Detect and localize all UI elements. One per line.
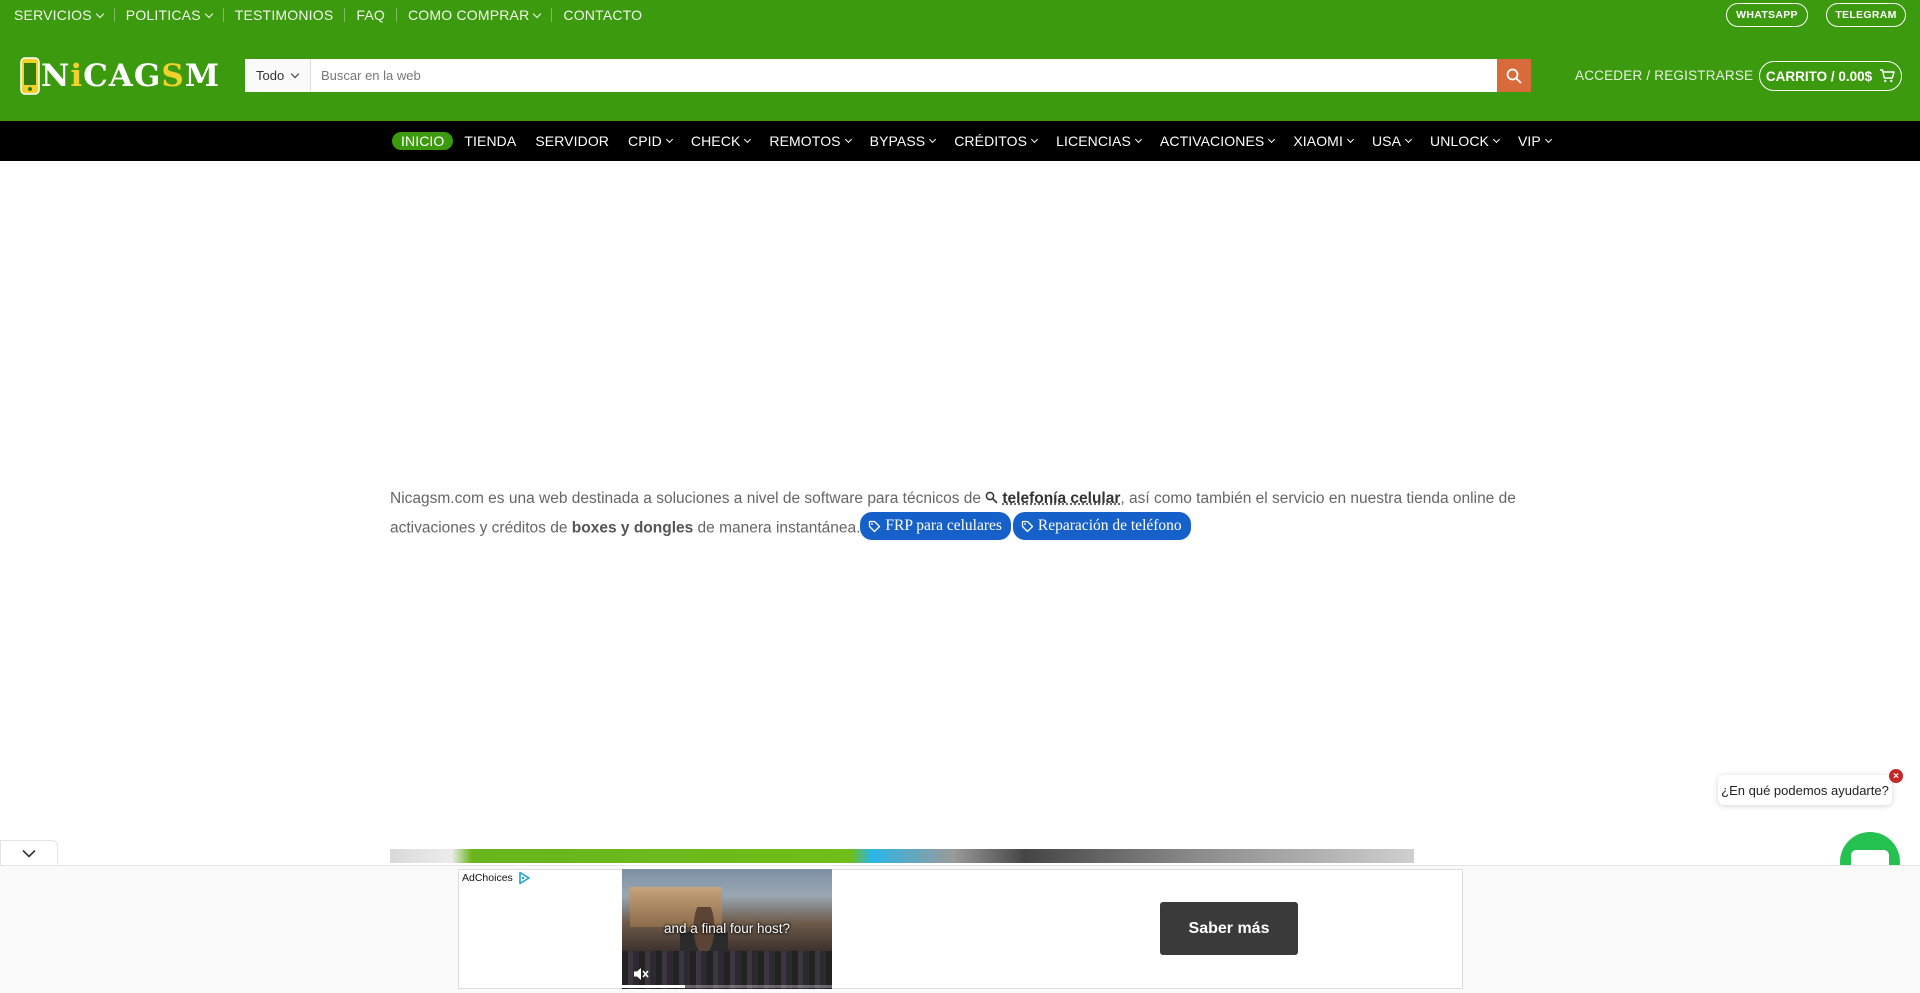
cart-button[interactable]: CARRITO / 0.00$ bbox=[1759, 61, 1902, 91]
nav-bypass[interactable]: BYPASS bbox=[870, 133, 937, 149]
search-bar: Todo bbox=[245, 59, 1531, 92]
chat-close-icon[interactable]: × bbox=[1889, 769, 1903, 783]
ad-video[interactable]: and a final four host? bbox=[622, 869, 832, 989]
chevron-down-icon bbox=[929, 135, 937, 144]
divider bbox=[222, 8, 224, 22]
search-category-select[interactable]: Todo bbox=[245, 59, 311, 92]
bold-keyword: boxes y dongles bbox=[571, 519, 694, 537]
chevron-down-icon bbox=[1544, 135, 1552, 144]
nav-unlock[interactable]: UNLOCK bbox=[1430, 133, 1501, 149]
chevron-down-icon bbox=[95, 9, 105, 18]
top-nav-testimonios[interactable]: TESTIMONIOS bbox=[235, 7, 334, 23]
chevron-down-icon bbox=[290, 69, 300, 79]
main-nav-list: INICIO TIENDA SERVIDOR CPID CHECK REMOTO… bbox=[392, 121, 1570, 161]
chevron-down-icon bbox=[744, 135, 752, 144]
top-nav-politicas[interactable]: POLITICAS bbox=[126, 7, 213, 23]
nav-creditos[interactable]: CRÉDITOS bbox=[954, 133, 1039, 149]
nav-activaciones[interactable]: ACTIVACIONES bbox=[1160, 133, 1276, 149]
search-button[interactable] bbox=[1497, 59, 1531, 92]
nav-remotos[interactable]: REMOTOS bbox=[769, 133, 852, 149]
ad-container[interactable] bbox=[458, 869, 1463, 989]
search-icon bbox=[1506, 68, 1522, 83]
login-register-link[interactable]: ACCEDER / REGISTRARSE bbox=[1575, 68, 1753, 83]
tag-icon bbox=[869, 520, 881, 532]
divider bbox=[396, 8, 397, 22]
top-bar: SERVICIOS POLITICAS TESTIMONIOS FAQ COMO… bbox=[0, 0, 1920, 30]
nav-tienda[interactable]: TIENDA bbox=[464, 133, 516, 149]
top-nav: SERVICIOS POLITICAS TESTIMONIOS FAQ COMO… bbox=[14, 0, 642, 30]
tag-icon bbox=[1021, 520, 1034, 532]
nav-inicio[interactable]: INICIO bbox=[392, 132, 454, 150]
ad-cta-button[interactable]: Saber más bbox=[1160, 902, 1298, 955]
chevron-down-icon bbox=[1031, 135, 1039, 144]
chevron-down-icon bbox=[665, 135, 673, 144]
chevron-down-icon bbox=[1346, 135, 1354, 144]
tag-reparacion[interactable]: Reparación de teléfono bbox=[1012, 512, 1191, 540]
tag-frp[interactable]: FRP para celulares bbox=[860, 512, 1011, 540]
video-progress-bar bbox=[622, 985, 832, 988]
chevron-down-icon bbox=[22, 849, 36, 858]
site-logo[interactable]: NiCAGSM bbox=[19, 54, 220, 98]
chevron-down-icon bbox=[844, 135, 852, 144]
chevron-down-icon bbox=[1404, 135, 1413, 144]
phone-logo-icon bbox=[20, 57, 40, 95]
nav-vip[interactable]: VIP bbox=[1518, 133, 1552, 149]
top-nav-servicios[interactable]: SERVICIOS bbox=[14, 7, 105, 23]
chevron-down-icon bbox=[1268, 135, 1276, 144]
header: NiCAGSM Todo ACCEDER / REGISTRARSE CARRI… bbox=[0, 30, 1920, 121]
chevron-down-icon bbox=[1134, 135, 1142, 144]
logo-text: NiCAGSM bbox=[41, 58, 221, 94]
telegram-button[interactable]: TELEGRAM bbox=[1826, 3, 1906, 27]
adchoices-link[interactable]: AdChoices bbox=[462, 871, 531, 885]
nav-servidor[interactable]: SERVIDOR bbox=[535, 133, 609, 149]
chat-prompt-bubble[interactable]: ¿En qué podemos ayudarte? bbox=[1718, 775, 1892, 805]
video-caption: and a final four host? bbox=[663, 921, 791, 936]
top-nav-como-comprar[interactable]: COMO COMPRAR bbox=[408, 7, 542, 23]
chevron-down-icon bbox=[204, 9, 213, 18]
nav-cpid[interactable]: CPID bbox=[628, 133, 673, 149]
adchoices-icon bbox=[518, 871, 530, 885]
nav-licencias[interactable]: LICENCIAS bbox=[1056, 133, 1142, 149]
ad-collapse-toggle[interactable] bbox=[0, 840, 58, 865]
whatsapp-button[interactable]: WHATSAPP bbox=[1726, 3, 1808, 27]
keyword-link-telefonia[interactable]: telefonía celular bbox=[1002, 490, 1120, 507]
search-icon bbox=[986, 491, 998, 504]
main-nav: INICIO TIENDA SERVIDOR CPID CHECK REMOTO… bbox=[0, 121, 1920, 161]
divider bbox=[113, 8, 115, 22]
divider bbox=[551, 8, 553, 22]
video-progress-fill bbox=[622, 985, 685, 988]
search-input[interactable] bbox=[311, 59, 1497, 92]
intro-paragraph: Nicagsm.com es una web destinada a soluc… bbox=[390, 486, 1530, 542]
cart-icon bbox=[1880, 69, 1895, 83]
nav-xiaomi[interactable]: XIAOMI bbox=[1293, 133, 1354, 149]
hero-banner-image bbox=[390, 849, 1414, 863]
video-crowd-image bbox=[622, 951, 832, 989]
top-nav-faq[interactable]: FAQ bbox=[356, 7, 385, 23]
chevron-down-icon bbox=[533, 9, 542, 18]
top-nav-contacto[interactable]: CONTACTO bbox=[563, 7, 642, 23]
nav-usa[interactable]: USA bbox=[1372, 133, 1413, 149]
chevron-down-icon bbox=[1492, 135, 1501, 144]
mute-icon[interactable] bbox=[632, 965, 650, 983]
divider bbox=[344, 8, 346, 22]
nav-check[interactable]: CHECK bbox=[691, 133, 752, 149]
